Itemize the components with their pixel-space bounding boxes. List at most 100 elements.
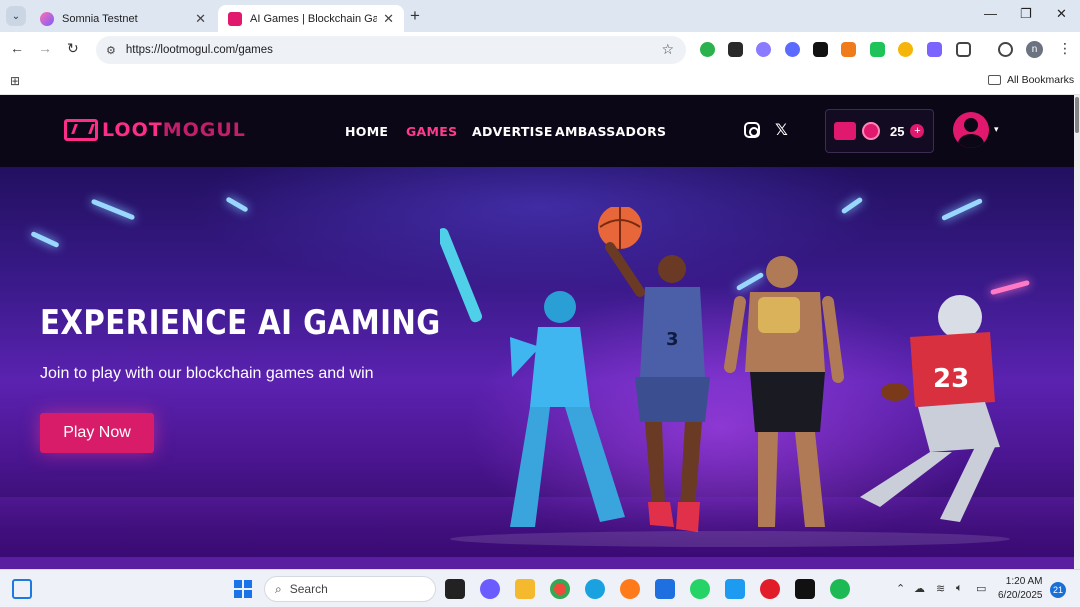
new-tab-button[interactable]: + bbox=[410, 6, 420, 26]
football-player-figure: 23 bbox=[860, 295, 1000, 522]
task-view-icon[interactable] bbox=[445, 579, 465, 599]
lootmogul-logo[interactable]: LOOTMOGUL bbox=[64, 119, 246, 141]
tray-chevron-icon[interactable]: ⌃ bbox=[896, 582, 905, 595]
nav-ambassadors[interactable]: AMBASSADORS bbox=[555, 124, 666, 139]
profile-avatar[interactable]: n bbox=[1026, 41, 1043, 58]
close-icon[interactable]: ✕ bbox=[383, 11, 394, 27]
nav-home[interactable]: HOME bbox=[345, 124, 388, 139]
widgets-icon[interactable] bbox=[12, 579, 32, 599]
performance-icon[interactable] bbox=[998, 42, 1013, 57]
teams-icon[interactable] bbox=[480, 579, 500, 599]
nav-advertise[interactable]: ADVERTISE bbox=[472, 124, 553, 139]
twitter-app-icon[interactable] bbox=[725, 579, 745, 599]
stadium-light bbox=[90, 198, 136, 221]
logo-text-mogul: MOGUL bbox=[162, 119, 246, 141]
tab-strip: ⌄ Somnia Testnet ✕ AI Games | Blockchain… bbox=[0, 0, 1080, 32]
window-close-icon[interactable]: ✕ bbox=[1056, 6, 1067, 22]
edge-icon[interactable] bbox=[585, 579, 605, 599]
extension-icon[interactable] bbox=[756, 42, 771, 57]
hero-title: EXPERIENCE AI GAMING bbox=[40, 303, 441, 343]
x-twitter-icon[interactable]: 𝕏 bbox=[775, 120, 793, 139]
user-avatar[interactable] bbox=[953, 112, 989, 148]
wifi-icon[interactable]: ≋ bbox=[936, 582, 945, 595]
extensions-puzzle-icon[interactable] bbox=[956, 42, 971, 57]
nav-games[interactable]: GAMES bbox=[406, 124, 457, 139]
extension-icon[interactable] bbox=[728, 42, 743, 57]
opera-icon[interactable] bbox=[760, 579, 780, 599]
chevron-down-icon[interactable]: ▾ bbox=[994, 124, 999, 135]
wallet-count: 25 bbox=[890, 123, 905, 139]
jersey-number: 3 bbox=[666, 329, 679, 350]
page-bottom-strip bbox=[0, 557, 1074, 569]
whatsapp-icon[interactable] bbox=[690, 579, 710, 599]
taskbar-search[interactable]: ⌕ Search bbox=[264, 576, 436, 602]
browser-toolbar: ← → ↻ ⚙ https://lootmogul.com/games ☆ n … bbox=[0, 32, 1080, 68]
tab-lootmogul[interactable]: AI Games | Blockchain Games | ✕ bbox=[218, 5, 404, 32]
scrollbar-thumb[interactable] bbox=[1075, 97, 1079, 133]
clock[interactable]: 1:20 AM 6/20/2025 bbox=[998, 575, 1043, 603]
bookmarks-bar: ⊞ All Bookmarks bbox=[0, 68, 1080, 95]
menu-icon[interactable]: ⋮ bbox=[1058, 40, 1072, 57]
folder-icon bbox=[988, 75, 1001, 85]
page-scrollbar[interactable] bbox=[1074, 95, 1080, 569]
bookmark-star-icon[interactable]: ☆ bbox=[661, 41, 674, 58]
basketball-player-figure: 3 bbox=[598, 207, 710, 532]
windows-start-icon[interactable] bbox=[234, 580, 252, 598]
logo-text-loot: LOOT bbox=[102, 119, 163, 141]
reload-icon[interactable]: ↻ bbox=[67, 40, 79, 57]
extension-icon[interactable] bbox=[813, 42, 828, 57]
clock-date: 6/20/2025 bbox=[998, 590, 1043, 601]
volume-icon[interactable]: 🔈︎ bbox=[956, 582, 963, 595]
wallet-icon bbox=[834, 122, 856, 140]
instagram-icon[interactable] bbox=[744, 122, 760, 138]
close-icon[interactable]: ✕ bbox=[195, 11, 206, 27]
tab-title: Somnia Testnet bbox=[62, 12, 138, 25]
all-bookmarks-button[interactable]: All Bookmarks bbox=[988, 74, 1074, 86]
boxer-figure bbox=[724, 256, 844, 527]
coin-icon bbox=[862, 122, 880, 140]
spotify-icon[interactable] bbox=[830, 579, 850, 599]
minimize-icon[interactable]: — bbox=[984, 6, 997, 21]
wallet-widget[interactable]: 25 + bbox=[825, 109, 934, 153]
restore-icon[interactable]: ❐ bbox=[1020, 6, 1032, 22]
clock-time: 1:20 AM bbox=[1005, 576, 1043, 587]
play-now-button[interactable]: Play Now bbox=[40, 413, 154, 453]
gamepad-favicon-icon bbox=[228, 11, 242, 26]
extension-icon[interactable] bbox=[700, 42, 715, 57]
apps-grid-icon[interactable]: ⊞ bbox=[10, 74, 20, 88]
forward-icon[interactable]: → bbox=[38, 40, 52, 56]
extension-icon[interactable] bbox=[785, 42, 800, 57]
add-funds-icon[interactable]: + bbox=[910, 124, 925, 138]
stadium-light bbox=[30, 230, 60, 249]
file-explorer-icon[interactable] bbox=[515, 579, 535, 599]
site-header: LOOTMOGUL HOME GAMES ADVERTISE AMBASSADO… bbox=[0, 95, 1074, 167]
jersey-number: 23 bbox=[933, 364, 969, 394]
search-placeholder: Search bbox=[289, 582, 328, 596]
page-viewport: LOOTMOGUL HOME GAMES ADVERTISE AMBASSADO… bbox=[0, 95, 1074, 569]
network-icon[interactable]: ☁ bbox=[914, 582, 925, 595]
back-icon[interactable]: ← bbox=[10, 40, 24, 56]
site-settings-icon[interactable]: ⚙ bbox=[106, 44, 116, 57]
tab-search-button[interactable]: ⌄ bbox=[6, 6, 26, 26]
tab-title: AI Games | Blockchain Games | bbox=[250, 12, 378, 25]
stadium-light bbox=[225, 196, 249, 213]
somnia-favicon-icon bbox=[40, 11, 54, 26]
extension-icon[interactable] bbox=[898, 42, 913, 57]
firefox-icon[interactable] bbox=[620, 579, 640, 599]
app-icon[interactable] bbox=[795, 579, 815, 599]
cricketer-figure bbox=[440, 228, 625, 527]
chrome-icon[interactable] bbox=[550, 579, 570, 599]
battery-icon[interactable]: ▭ bbox=[976, 582, 986, 595]
logo-mark-icon bbox=[64, 119, 98, 141]
notification-badge[interactable]: 21 bbox=[1050, 582, 1066, 598]
url-text[interactable]: https://lootmogul.com/games bbox=[126, 44, 273, 56]
hero-banner: 3 23 EXPERIENCE AI GAMING Join to play w… bbox=[0, 167, 1074, 557]
address-bar[interactable]: ⚙ https://lootmogul.com/games ☆ bbox=[96, 36, 686, 64]
metamask-icon[interactable] bbox=[841, 42, 856, 57]
extension-icon[interactable] bbox=[927, 42, 942, 57]
extension-icon[interactable] bbox=[870, 42, 885, 57]
windows-taskbar: ⌕ Search ⌃ ☁ ≋ 🔈︎ ▭ 1:20 AM 6/20/2025 21 bbox=[0, 569, 1080, 607]
search-icon: ⌕ bbox=[275, 581, 282, 596]
store-icon[interactable] bbox=[655, 579, 675, 599]
tab-somnia[interactable]: Somnia Testnet ✕ bbox=[30, 5, 216, 32]
